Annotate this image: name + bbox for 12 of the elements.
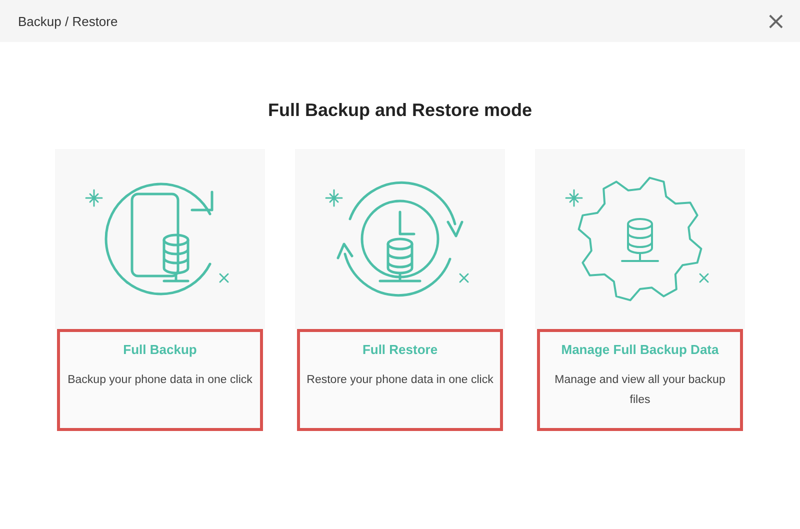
option-title: Manage Full Backup Data xyxy=(561,342,719,357)
option-description: Manage and view all your backup files xyxy=(554,373,726,408)
option-title: Full Restore xyxy=(362,342,438,357)
option-description: Backup your phone data in one click xyxy=(68,373,252,388)
option-title: Full Backup xyxy=(123,342,197,357)
option-panel[interactable]: Full Restore Restore your phone data in one click xyxy=(297,329,503,431)
window-title: Backup / Restore xyxy=(18,14,118,28)
close-button[interactable]: × xyxy=(762,9,790,33)
option-panel[interactable]: Full Backup Backup your phone data in one click xyxy=(57,329,263,431)
option-description: Restore your phone data in one click xyxy=(306,373,494,388)
page-heading: Full Backup and Restore mode xyxy=(266,100,534,121)
option-panel[interactable]: Manage Full Backup Data Manage and view all your backup files xyxy=(537,329,743,431)
